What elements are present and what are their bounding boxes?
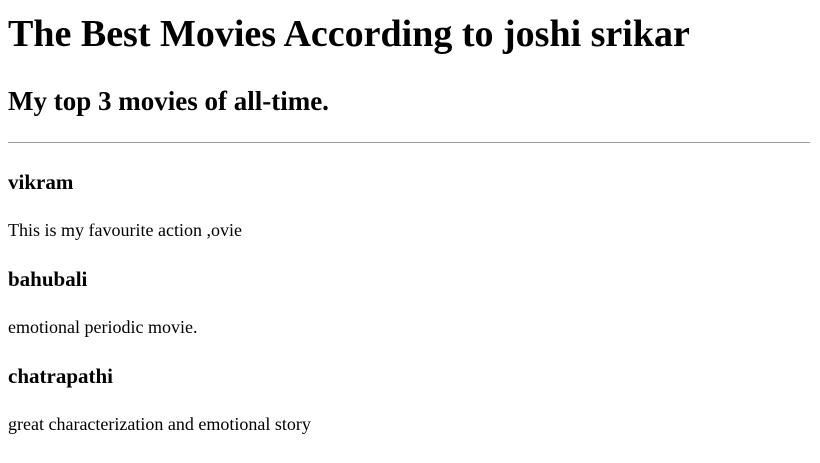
movie-description-chatrapathi: great characterization and emotional sto…	[8, 414, 311, 434]
movie-description-bahubali: emotional periodic movie.	[8, 317, 198, 337]
movie-title-vikram: vikram	[8, 170, 74, 194]
page-subtitle: My top 3 movies of all-time.	[8, 86, 329, 116]
movie-title-bahubali: bahubali	[8, 267, 88, 291]
page-title: The Best Movies According to joshi srika…	[8, 13, 690, 55]
movie-description-vikram: This is my favourite action ,ovie	[8, 220, 242, 240]
movie-title-chatrapathi: chatrapathi	[8, 364, 113, 388]
divider	[8, 142, 810, 143]
